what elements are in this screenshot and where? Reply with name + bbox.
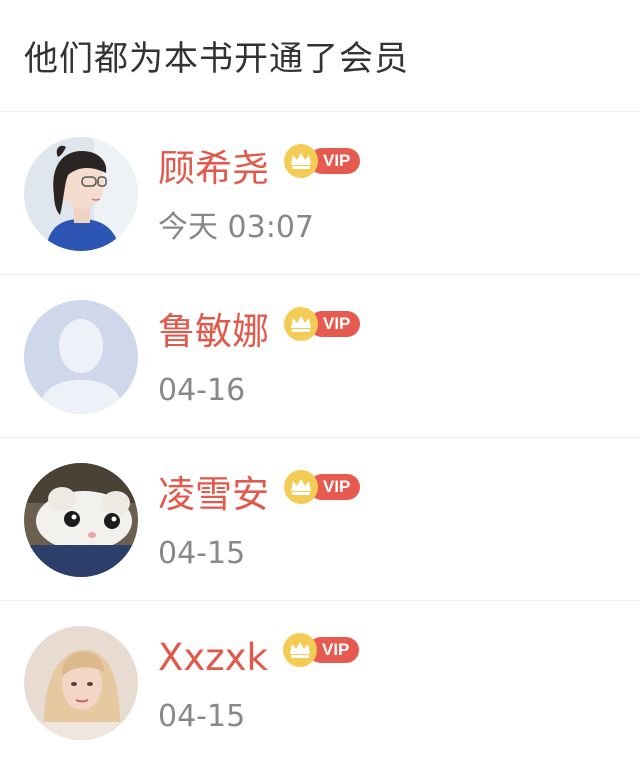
girl-photo-avatar — [24, 137, 138, 251]
crown-icon — [282, 632, 318, 668]
page-title: 他们都为本书开通了会员 — [24, 39, 409, 79]
name-line: Xxzxk VIP — [158, 632, 360, 682]
list-item[interactable]: 凌雪安 VIP 04-15 — [0, 438, 640, 601]
crown-icon — [283, 143, 319, 179]
avatar[interactable] — [24, 300, 138, 414]
vip-badge: VIP — [283, 469, 361, 505]
member-list: 顾希尧 VIP 今天 03:07 鲁敏娜 VIP 04-16 凌雪安 VIP 0… — [0, 112, 640, 761]
vip-badge: VIP — [283, 143, 361, 179]
avatar[interactable] — [24, 463, 138, 577]
member-name[interactable]: Xxzxk — [158, 634, 268, 682]
list-item[interactable]: Xxzxk VIP 04-15 — [0, 601, 640, 761]
cat-photo-avatar — [24, 463, 138, 577]
name-line: 顾希尧 VIP — [158, 143, 361, 193]
member-time: 04-15 — [158, 536, 246, 571]
vip-badge: VIP — [282, 632, 360, 668]
list-item[interactable]: 鲁敏娜 VIP 04-16 — [0, 275, 640, 438]
member-name[interactable]: 凌雪安 — [158, 471, 269, 519]
member-name[interactable]: 顾希尧 — [158, 145, 269, 193]
header: 他们都为本书开通了会员 — [0, 0, 640, 112]
avatar[interactable] — [24, 626, 138, 740]
list-item[interactable]: 顾希尧 VIP 今天 03:07 — [0, 112, 640, 275]
crown-icon — [283, 469, 319, 505]
name-line: 鲁敏娜 VIP — [158, 306, 361, 356]
member-name[interactable]: 鲁敏娜 — [158, 308, 269, 356]
member-time: 今天 03:07 — [158, 210, 314, 245]
crown-icon — [283, 306, 319, 342]
name-line: 凌雪安 VIP — [158, 469, 361, 519]
member-time: 04-15 — [158, 699, 246, 734]
member-time: 04-16 — [158, 373, 246, 408]
woman-photo-avatar — [24, 626, 138, 740]
default-avatar — [24, 300, 138, 414]
vip-badge: VIP — [283, 306, 361, 342]
avatar[interactable] — [24, 137, 138, 251]
